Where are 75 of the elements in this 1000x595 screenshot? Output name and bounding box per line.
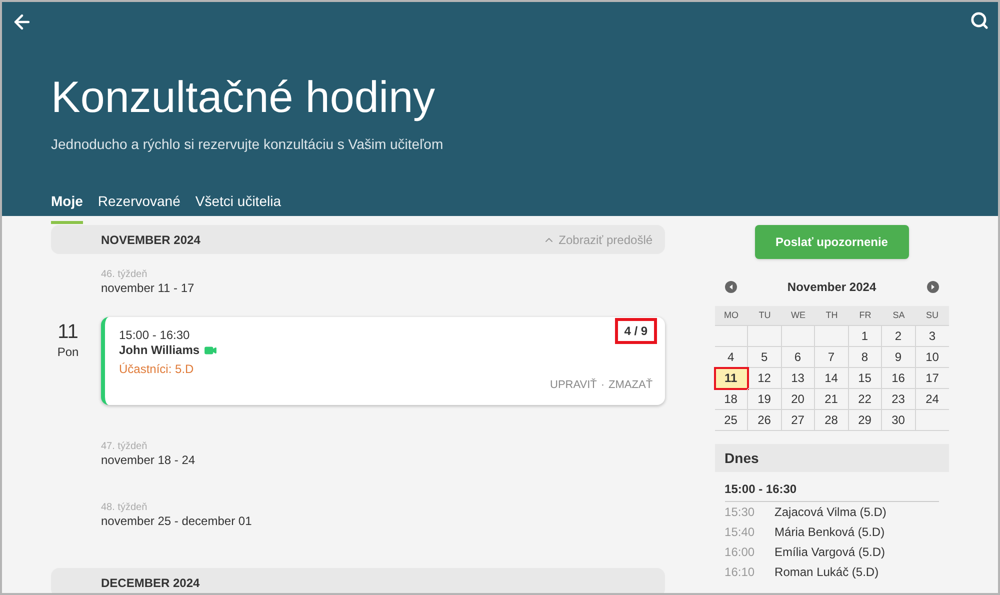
separator-dot: · xyxy=(600,378,605,392)
day-number: 11 xyxy=(58,321,78,343)
calendar-day[interactable]: 21 xyxy=(815,389,849,410)
booking-time: 16:00 xyxy=(724,544,756,561)
calendar-day[interactable]: 1 xyxy=(848,326,882,347)
calendar-day[interactable]: 19 xyxy=(748,389,782,410)
weekday-header: FR xyxy=(848,306,882,326)
calendar-title: November 2024 xyxy=(787,279,876,296)
calendar-day[interactable]: 30 xyxy=(882,410,916,431)
tab[interactable]: Všetci učitelia xyxy=(195,191,281,224)
action-link[interactable]: UPRAVIŤ xyxy=(550,376,597,393)
calendar-day[interactable]: 15 xyxy=(848,368,882,389)
calendar-day[interactable]: 8 xyxy=(848,347,882,368)
calendar-day[interactable]: 18 xyxy=(714,389,748,410)
weekday: Pon xyxy=(57,344,79,361)
month-title: NOVEMBER 2024 xyxy=(101,232,200,248)
calendar-day[interactable]: 11 xyxy=(714,368,748,389)
empty-calendar-cell xyxy=(815,326,849,347)
calendar-day[interactable]: 16 xyxy=(882,368,916,389)
booking-time: 15:30 xyxy=(724,504,756,521)
calendar-day[interactable]: 5 xyxy=(748,347,782,368)
today-title: Dnes xyxy=(724,448,759,468)
page-title: Konzultačné hodiny xyxy=(51,72,436,124)
calendar-day[interactable]: 24 xyxy=(916,389,949,410)
calendar-day[interactable]: 7 xyxy=(815,347,849,368)
calendar-day[interactable]: 6 xyxy=(782,347,816,368)
calendar-day[interactable]: 10 xyxy=(916,347,949,368)
calendar-day[interactable]: 26 xyxy=(748,410,782,431)
tab[interactable]: Rezervované xyxy=(98,191,180,224)
calendar-day[interactable]: 17 xyxy=(916,368,949,389)
calendar-day[interactable]: 20 xyxy=(782,389,816,410)
week-range: november 25 - december 01 xyxy=(101,514,253,529)
weekday-header: SU xyxy=(916,306,949,326)
booking-time: 16:10 xyxy=(724,564,756,581)
search-icon[interactable] xyxy=(970,11,989,30)
empty-calendar-cell xyxy=(748,326,782,347)
weekday-header: TH xyxy=(815,306,849,326)
week-range: november 11 - 17 xyxy=(101,281,196,296)
weekday-header: TU xyxy=(748,306,782,326)
calendar-day[interactable]: 12 xyxy=(748,368,782,389)
week-number: 46. týždeň xyxy=(101,269,148,281)
participants: Účastníci: 5.D xyxy=(119,362,195,377)
booking-name: Emília Vargová (5.D) xyxy=(774,544,886,561)
weekday-header: SA xyxy=(882,306,916,326)
booking-name: Roman Lukáč (5.D) xyxy=(774,564,879,581)
action-link[interactable]: ZMAZAŤ xyxy=(608,376,653,393)
previous-month-icon[interactable] xyxy=(724,281,737,293)
booking-time: 15:40 xyxy=(724,524,756,541)
empty-calendar-cell xyxy=(714,326,748,347)
calendar-day[interactable]: 27 xyxy=(782,410,816,431)
teacher-name: John Williams xyxy=(119,343,200,358)
slot-time: 15:00 - 16:30 xyxy=(724,480,939,502)
calendar-day[interactable]: 22 xyxy=(848,389,882,410)
calendar-day[interactable]: 3 xyxy=(916,326,949,347)
week-range: november 18 - 24 xyxy=(101,453,196,468)
weekday-header: WE xyxy=(782,306,816,326)
week-number: 48. týždeň xyxy=(101,502,148,514)
calendar-day[interactable]: 29 xyxy=(848,410,882,431)
calendar-day[interactable]: 14 xyxy=(815,368,849,389)
empty-calendar-cell xyxy=(782,326,816,347)
week-number: 47. týždeň xyxy=(101,441,148,453)
capacity-count: 4 / 9 xyxy=(615,318,657,344)
event-time: 15:00 - 16:30 xyxy=(119,328,190,343)
calendar-day[interactable]: 28 xyxy=(815,410,849,431)
calendar-day[interactable]: 25 xyxy=(714,410,748,431)
calendar-day[interactable]: 2 xyxy=(882,326,916,347)
month-title: DECEMBER 2024 xyxy=(101,574,200,592)
next-month-icon[interactable] xyxy=(926,281,939,293)
calendar-day[interactable]: 23 xyxy=(882,389,916,410)
booking-name: Zajacová Vilma (5.D) xyxy=(774,504,886,521)
calendar-day[interactable]: 9 xyxy=(882,347,916,368)
weekday-header: MO xyxy=(714,306,748,326)
calendar-day[interactable]: 13 xyxy=(782,368,816,389)
booking-name: Mária Benková (5.D) xyxy=(774,524,885,541)
page-subtitle: Jednoducho a rýchlo si rezervujte konzultáciu s Vašim učiteľom xyxy=(51,135,444,154)
